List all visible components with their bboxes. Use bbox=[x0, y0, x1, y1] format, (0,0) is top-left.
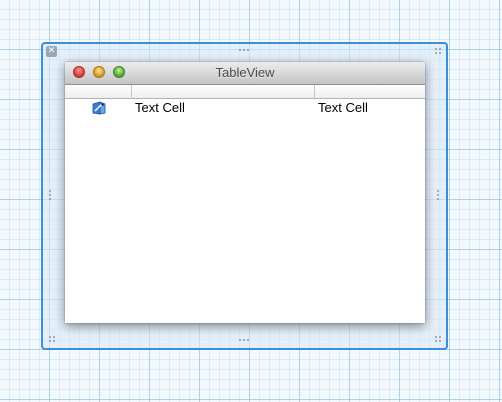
bottom-right-resize-handle[interactable] bbox=[435, 336, 441, 342]
top-right-resize-handle[interactable] bbox=[435, 48, 441, 54]
table-body[interactable]: Text Cell Text Cell bbox=[65, 99, 425, 117]
table-row[interactable]: Text Cell Text Cell bbox=[65, 99, 425, 117]
tableview-window: TableView Text Cell Text Cell bbox=[65, 62, 425, 323]
column-divider[interactable] bbox=[131, 85, 132, 98]
left-resize-handle[interactable] bbox=[49, 190, 51, 200]
table-cell[interactable]: Text Cell bbox=[318, 100, 368, 115]
title-bar[interactable]: TableView bbox=[65, 62, 425, 85]
window-title: TableView bbox=[215, 65, 275, 80]
app-icon bbox=[91, 101, 107, 115]
table-header[interactable] bbox=[65, 85, 425, 99]
table-cell[interactable]: Text Cell bbox=[135, 100, 185, 115]
column-divider[interactable] bbox=[314, 85, 315, 98]
bottom-left-resize-handle[interactable] bbox=[49, 336, 55, 342]
bottom-resize-handle[interactable] bbox=[239, 339, 249, 341]
close-icon[interactable]: ✕ bbox=[46, 46, 57, 57]
right-resize-handle[interactable] bbox=[437, 190, 439, 200]
top-resize-handle[interactable] bbox=[239, 49, 249, 51]
